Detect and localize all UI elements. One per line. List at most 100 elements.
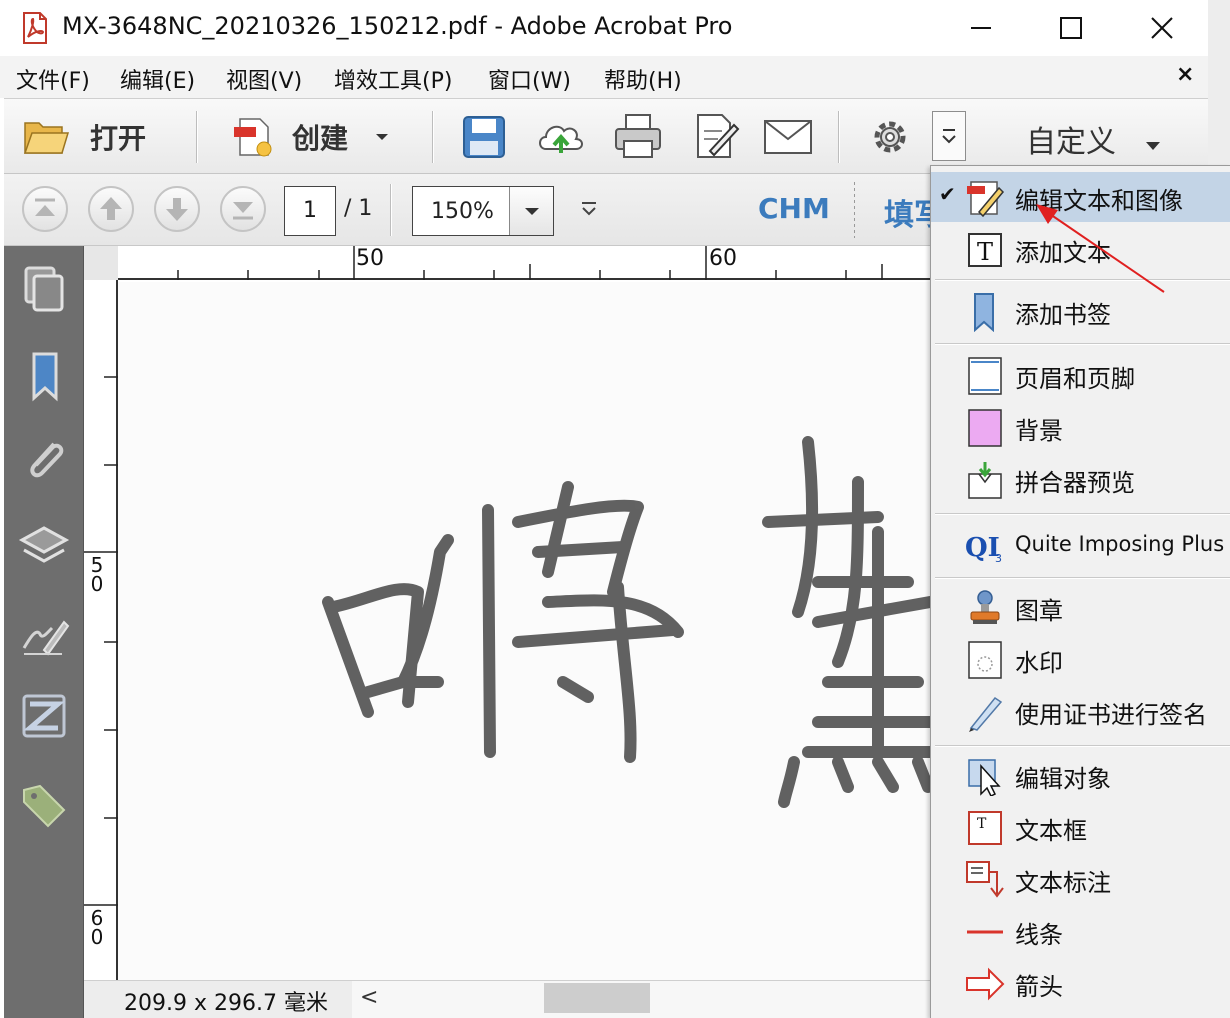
toolbar-separator: [854, 182, 855, 238]
menu-separator: [935, 343, 1230, 345]
edit-object-icon: [968, 759, 1001, 796]
signatures-icon[interactable]: [18, 608, 70, 660]
menu-item-label: 编辑文本和图像: [1015, 187, 1183, 215]
stamp-icon: [970, 590, 1000, 624]
next-page-button[interactable]: [154, 186, 200, 232]
create-pdf-icon: [234, 118, 272, 157]
menu-item-label: 页眉和页脚: [1015, 365, 1135, 393]
zoom-dropdown-button[interactable]: [509, 187, 553, 235]
menu-item-watermark[interactable]: 水印: [931, 634, 1230, 684]
ruler-ticks: [177, 246, 883, 280]
certificate-sign-icon: [969, 696, 1003, 732]
flattener-preview-icon: [968, 462, 1002, 499]
menu-item-certificate-sign[interactable]: 使用证书进行签名: [931, 686, 1230, 736]
open-label: 打开: [90, 122, 147, 155]
maximize-button[interactable]: [1044, 6, 1098, 50]
svg-text:T: T: [977, 238, 993, 266]
menu-file[interactable]: 文件(F): [16, 63, 90, 95]
document-page[interactable]: 嗗 鷙: [118, 282, 930, 980]
open-button[interactable]: 打开: [20, 109, 170, 165]
fill-sign-button[interactable]: 填写: [884, 190, 930, 234]
chevron-down-icon: [1145, 142, 1160, 150]
bookmark-icon[interactable]: [18, 350, 70, 402]
quite-imposing-icon: QI 3: [965, 533, 1002, 565]
menu-item-background[interactable]: 背景: [931, 402, 1230, 452]
text-box-icon: T: [968, 811, 1002, 845]
last-page-button[interactable]: [220, 186, 266, 232]
close-window-button[interactable]: [1134, 6, 1188, 50]
maximize-icon: [1060, 17, 1082, 39]
ruler-ticks: [84, 376, 118, 906]
pages-icon[interactable]: [18, 262, 70, 314]
folder-icon: [23, 122, 70, 154]
create-button[interactable]: 创建: [226, 109, 406, 165]
paperclip-icon[interactable]: [18, 434, 70, 486]
minimize-icon: [971, 27, 991, 29]
zoom-select[interactable]: 150%: [412, 186, 554, 236]
page-total: / 1: [344, 196, 373, 221]
menu-item-label: 添加文本: [1015, 239, 1111, 267]
menu-item-edit-text-image[interactable]: ✔ 编辑文本和图像: [931, 172, 1230, 222]
add-text-icon: T: [968, 233, 1002, 267]
menu-item-header-footer[interactable]: 页眉和页脚: [931, 350, 1230, 400]
menu-item-label: 箭头: [1015, 973, 1063, 1001]
tag-icon[interactable]: [18, 780, 70, 832]
menu-item-label: 线条: [1015, 921, 1063, 949]
close-document-button[interactable]: ×: [1176, 62, 1194, 87]
title-bar: MX-3648NC_20210326_150212.pdf - Adobe Ac…: [0, 0, 1208, 56]
ruler-label: 6 0: [90, 906, 104, 949]
left-navigation-panel: [4, 246, 84, 1018]
customize-dropdown[interactable]: 自定义: [1026, 117, 1162, 161]
create-label: 创建: [292, 122, 349, 155]
menu-item-label: 图章: [1015, 597, 1063, 625]
sign-document-icon[interactable]: [690, 111, 740, 163]
menu-separator: [935, 745, 1230, 747]
menu-help[interactable]: 帮助(H): [604, 63, 682, 95]
menu-item-stamp[interactable]: 图章: [931, 582, 1230, 632]
main-toolbar: 打开 创建 自定义: [4, 98, 1208, 174]
vertical-ruler: 5 0 6 0: [84, 280, 118, 980]
compare-icon[interactable]: [18, 690, 70, 742]
horizontal-scrollbar[interactable]: [352, 981, 930, 1018]
save-icon[interactable]: [460, 113, 508, 161]
scroll-left-button[interactable]: <: [360, 985, 378, 1010]
menu-item-add-bookmark[interactable]: 添加书签: [931, 286, 1230, 336]
toolbar-options-icon[interactable]: [578, 198, 600, 220]
menu-separator: [935, 513, 1230, 515]
menu-bar: 文件(F) 编辑(E) 视图(V) 增效工具(P) 窗口(W) 帮助(H) ×: [0, 56, 1208, 98]
menu-item-text-callout[interactable]: 文本标注: [931, 854, 1230, 904]
menu-window[interactable]: 窗口(W): [488, 63, 571, 95]
cloud-upload-icon[interactable]: [534, 113, 588, 161]
menu-item-quite-imposing[interactable]: QI 3 Quite Imposing Plus 3: [931, 520, 1230, 570]
first-page-button[interactable]: [22, 186, 68, 232]
menu-item-label: 背景: [1015, 417, 1063, 445]
menu-item-edit-object[interactable]: 编辑对象: [931, 750, 1230, 800]
menu-item-label: 编辑对象: [1015, 765, 1111, 793]
chm-button[interactable]: CHM: [758, 192, 830, 225]
menu-item-arrow[interactable]: 箭头: [931, 958, 1230, 1008]
zoom-value: 150%: [431, 199, 494, 224]
menu-item-add-text[interactable]: T 添加文本: [931, 224, 1230, 274]
tools-dropdown-button[interactable]: [932, 111, 966, 161]
gear-icon[interactable]: [870, 117, 910, 157]
email-icon[interactable]: [762, 117, 814, 157]
line-icon: [967, 930, 1003, 934]
menu-separator: [935, 577, 1230, 579]
page-number-input[interactable]: 1: [284, 186, 336, 236]
customize-label: 自定义: [1026, 125, 1116, 160]
menu-item-flattener-preview[interactable]: 拼合器预览: [931, 454, 1230, 504]
scrollbar-thumb[interactable]: [544, 983, 650, 1013]
menu-plugins[interactable]: 增效工具(P): [334, 63, 452, 95]
menu-item-line[interactable]: 线条: [931, 906, 1230, 956]
status-bar: 209.9 x 296.7 毫米 <: [84, 980, 930, 1018]
toolbar-separator: [196, 111, 198, 163]
last-page-icon: [233, 202, 253, 220]
minimize-button[interactable]: [954, 6, 1008, 50]
menu-item-text-box[interactable]: T 文本框: [931, 802, 1230, 852]
layers-icon[interactable]: [18, 520, 70, 572]
previous-page-button[interactable]: [88, 186, 134, 232]
print-icon[interactable]: [612, 111, 664, 163]
menu-edit[interactable]: 编辑(E): [120, 63, 195, 95]
chevron-down-icon: [525, 208, 539, 215]
menu-view[interactable]: 视图(V): [226, 63, 302, 95]
